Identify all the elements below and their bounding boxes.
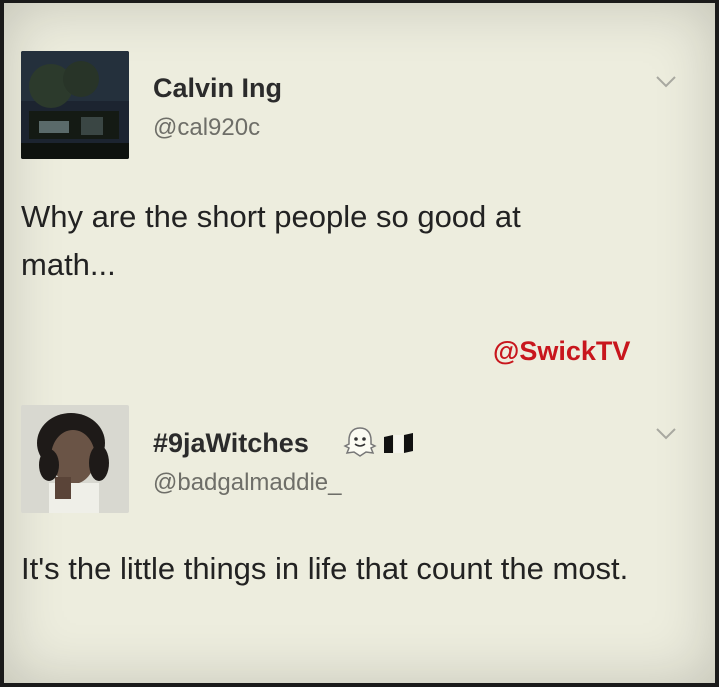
tweet-text: It's the little things in life that coun… [21,551,629,586]
tweet-text: Why are the short people so good at math… [21,199,521,282]
snapchat-ghost-icon [343,427,377,457]
chevron-down-icon[interactable] [655,427,677,441]
watermark-label: @SwickTV [493,336,631,366]
nigeria-flag-icon [384,433,413,453]
tweet-1[interactable]: Calvin Ing @cal920c Why are the short pe… [4,3,715,373]
avatar[interactable] [21,405,129,513]
avatar-photo [21,405,129,513]
avatar-photo [21,51,129,159]
user-handle[interactable]: @badgalmaddie_ [153,469,342,497]
display-name[interactable]: #9jaWitches [153,428,309,459]
avatar[interactable] [21,51,129,159]
user-handle[interactable]: @cal920c [153,114,260,142]
chevron-down-icon[interactable] [655,75,677,89]
screenshot-frame: Calvin Ing @cal920c Why are the short pe… [4,3,715,683]
display-name[interactable]: Calvin Ing [153,73,282,104]
name-emojis [342,424,416,460]
